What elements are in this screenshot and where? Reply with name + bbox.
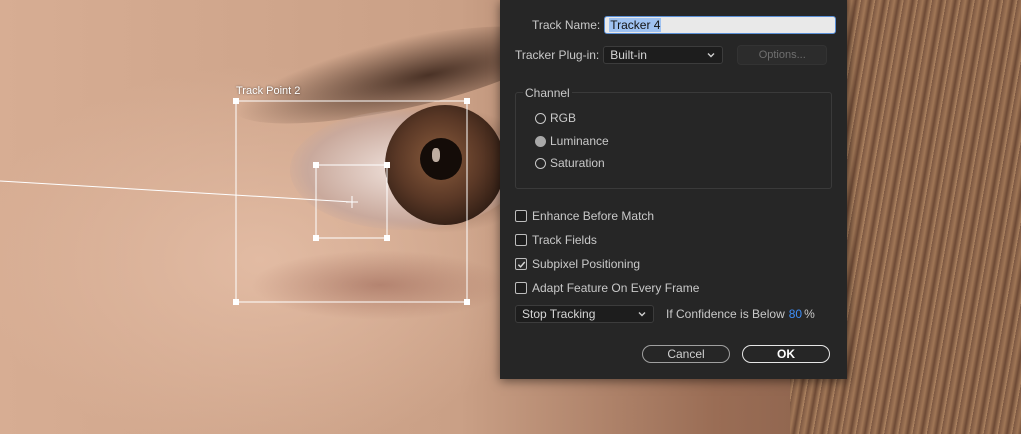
checkbox-label: Adapt Feature On Every Frame	[532, 281, 700, 295]
cancel-button[interactable]: Cancel	[642, 345, 730, 363]
ok-button[interactable]: OK	[742, 345, 830, 363]
plugin-row: Tracker Plug-in: Built-in Options...	[515, 45, 828, 65]
track-name-value: Tracker 4	[609, 18, 662, 32]
radio-saturation-label: Saturation	[550, 156, 605, 170]
confidence-label: If Confidence is Below	[666, 307, 785, 321]
eye-glint	[432, 148, 440, 162]
radio-selected-icon	[535, 135, 546, 147]
checkmark-icon	[515, 258, 527, 270]
tracker-options-dialog: Track Name: Tracker 4 Tracker Plug-in: B…	[500, 0, 847, 379]
checkbox-enhance-before-match[interactable]: Enhance Before Match	[515, 209, 654, 223]
under-eye-shadow	[250, 250, 510, 320]
plugin-dropdown[interactable]: Built-in	[603, 46, 724, 64]
radio-rgb-label: RGB	[550, 111, 577, 125]
radio-icon	[535, 112, 546, 124]
radio-icon	[535, 157, 546, 169]
checkbox-adapt-feature[interactable]: Adapt Feature On Every Frame	[515, 281, 699, 295]
radio-rgb[interactable]: RGB	[535, 111, 576, 125]
checkbox-label: Track Fields	[532, 233, 597, 247]
track-name-label: Track Name:	[532, 18, 601, 32]
chevron-down-icon	[638, 312, 646, 317]
checkbox-icon	[515, 210, 527, 222]
checkbox-label: Enhance Before Match	[532, 209, 655, 223]
radio-luminance[interactable]: Luminance	[535, 134, 609, 148]
checkbox-label: Subpixel Positioning	[532, 257, 641, 271]
confidence-action-dropdown[interactable]: Stop Tracking	[515, 305, 654, 323]
track-name-input[interactable]: Tracker 4	[604, 16, 837, 34]
checkbox-icon	[515, 234, 527, 246]
plugin-value: Built-in	[610, 48, 647, 62]
options-button[interactable]: Options...	[737, 45, 828, 65]
plugin-label: Tracker Plug-in:	[515, 48, 600, 62]
chevron-down-icon	[707, 53, 715, 58]
channel-title: Channel	[523, 86, 572, 100]
percent-sign: %	[804, 307, 815, 321]
radio-luminance-label: Luminance	[550, 134, 609, 148]
confidence-action-value: Stop Tracking	[522, 307, 596, 321]
confidence-value[interactable]: 80	[789, 307, 802, 321]
checkbox-subpixel-positioning[interactable]: Subpixel Positioning	[515, 257, 640, 271]
checkbox-icon	[515, 282, 527, 294]
radio-saturation[interactable]: Saturation	[535, 156, 605, 170]
pupil	[420, 138, 462, 180]
track-name-row: Track Name: Tracker 4	[532, 16, 837, 34]
checkbox-track-fields[interactable]: Track Fields	[515, 233, 597, 247]
track-point-label: Track Point 2	[236, 85, 301, 97]
confidence-row: Stop Tracking If Confidence is Below 80 …	[515, 305, 815, 323]
